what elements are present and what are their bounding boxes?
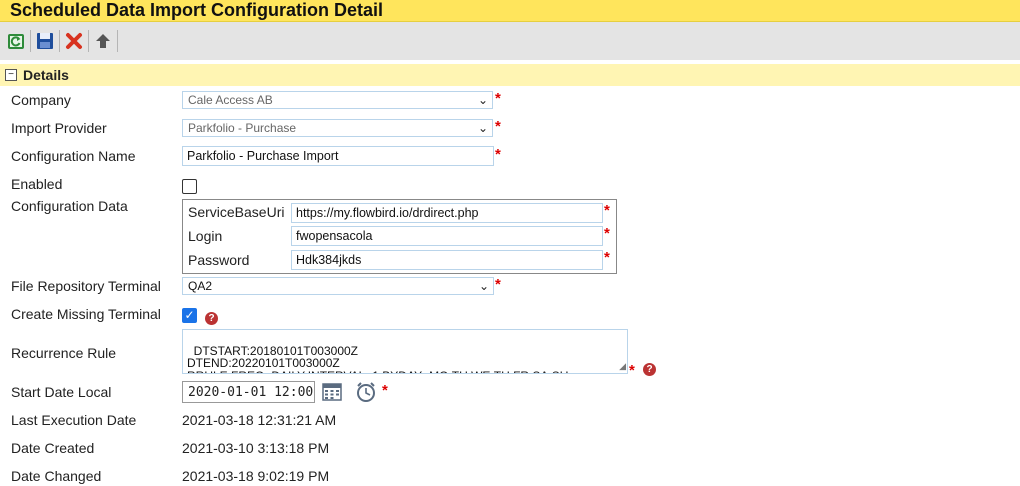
required-indicator: * — [382, 382, 388, 399]
required-indicator: * — [604, 202, 610, 219]
toolbar-separator — [117, 30, 118, 52]
delete-button[interactable] — [62, 29, 86, 53]
config-row: Login fwopensacola * — [183, 225, 616, 249]
delete-icon — [66, 33, 82, 49]
config-key: ServiceBaseUri — [188, 204, 285, 220]
toolbar-separator — [59, 30, 60, 52]
required-indicator: * — [495, 90, 501, 107]
date-changed-value: 2021-03-18 9:02:19 PM — [182, 468, 330, 484]
date-created-label: Date Created — [11, 440, 95, 456]
create-missing-terminal-label: Create Missing Terminal — [11, 306, 161, 322]
import-provider-select[interactable]: Parkfolio - Purchase ⌄ — [182, 119, 493, 137]
password-input[interactable]: Hdk384jkds — [291, 250, 603, 270]
configuration-data-table: ServiceBaseUri https://my.flowbird.io/dr… — [182, 199, 617, 274]
required-indicator: * — [629, 362, 635, 379]
start-date-local-label: Start Date Local — [11, 384, 112, 400]
toolbar — [0, 22, 1020, 60]
time-picker-button[interactable] — [355, 381, 377, 403]
collapse-icon[interactable]: − — [5, 69, 17, 81]
service-base-uri-input[interactable]: https://my.flowbird.io/drdirect.php — [291, 203, 603, 223]
back-button[interactable] — [91, 29, 115, 53]
file-repository-terminal-select[interactable]: QA2 ⌄ — [182, 277, 494, 295]
last-execution-date-value: 2021-03-18 12:31:21 AM — [182, 412, 337, 428]
recurrence-rule-value: DTSTART:20180101T003000Z DTEND:20220101T… — [187, 343, 568, 373]
recurrence-rule-textarea[interactable]: DTSTART:20180101T003000Z DTEND:20220101T… — [182, 329, 628, 374]
clock-icon — [357, 382, 375, 402]
config-key: Login — [188, 228, 223, 244]
required-indicator: * — [604, 225, 610, 242]
import-provider-value: Parkfolio - Purchase — [188, 121, 297, 135]
page-title: Scheduled Data Import Configuration Deta… — [0, 0, 1020, 22]
last-execution-date-label: Last Execution Date — [11, 412, 137, 428]
create-missing-terminal-checkbox[interactable]: ✓ — [182, 308, 197, 323]
config-key: Password — [188, 252, 250, 268]
details-section-header[interactable]: − Details — [0, 64, 1020, 86]
date-created-value: 2021-03-10 3:13:18 PM — [182, 440, 330, 456]
chevron-down-icon: ⌄ — [477, 93, 488, 107]
required-indicator: * — [495, 146, 501, 163]
toolbar-separator — [88, 30, 89, 52]
toolbar-separator — [30, 30, 31, 52]
import-provider-label: Import Provider — [11, 120, 107, 136]
required-indicator: * — [495, 118, 501, 135]
section-title: Details — [23, 67, 69, 83]
configuration-data-label: Configuration Data — [11, 198, 128, 214]
refresh-button[interactable] — [4, 29, 28, 53]
config-row: Password Hdk384jkds * — [183, 249, 616, 273]
company-label: Company — [11, 92, 71, 108]
recurrence-rule-label: Recurrence Rule — [11, 345, 117, 361]
configuration-name-input[interactable]: Parkfolio - Purchase Import — [182, 146, 494, 166]
help-icon[interactable]: ? — [643, 363, 656, 376]
required-indicator: * — [495, 276, 501, 293]
help-icon[interactable]: ? — [205, 312, 218, 325]
chevron-down-icon: ⌄ — [477, 121, 488, 135]
back-arrow-icon — [96, 34, 110, 48]
company-select[interactable]: Cale Access AB ⌄ — [182, 91, 493, 109]
chevron-down-icon: ⌄ — [478, 279, 489, 293]
refresh-icon — [8, 34, 24, 49]
configuration-name-label: Configuration Name — [11, 148, 136, 164]
config-row: ServiceBaseUri https://my.flowbird.io/dr… — [183, 201, 616, 225]
file-repository-terminal-value: QA2 — [188, 279, 213, 293]
company-value: Cale Access AB — [188, 93, 273, 107]
date-changed-label: Date Changed — [11, 468, 102, 484]
resize-grip-icon[interactable]: ◢ — [619, 360, 626, 373]
calendar-icon — [322, 383, 342, 401]
login-input[interactable]: fwopensacola — [291, 226, 603, 246]
required-indicator: * — [604, 249, 610, 266]
enabled-label: Enabled — [11, 176, 63, 192]
save-icon — [37, 33, 53, 49]
calendar-button[interactable] — [322, 382, 342, 402]
save-button[interactable] — [33, 29, 57, 53]
start-date-input[interactable]: 2020-01-01 12:00 — [182, 381, 315, 403]
enabled-checkbox[interactable] — [182, 179, 197, 194]
file-repository-terminal-label: File Repository Terminal — [11, 278, 161, 294]
